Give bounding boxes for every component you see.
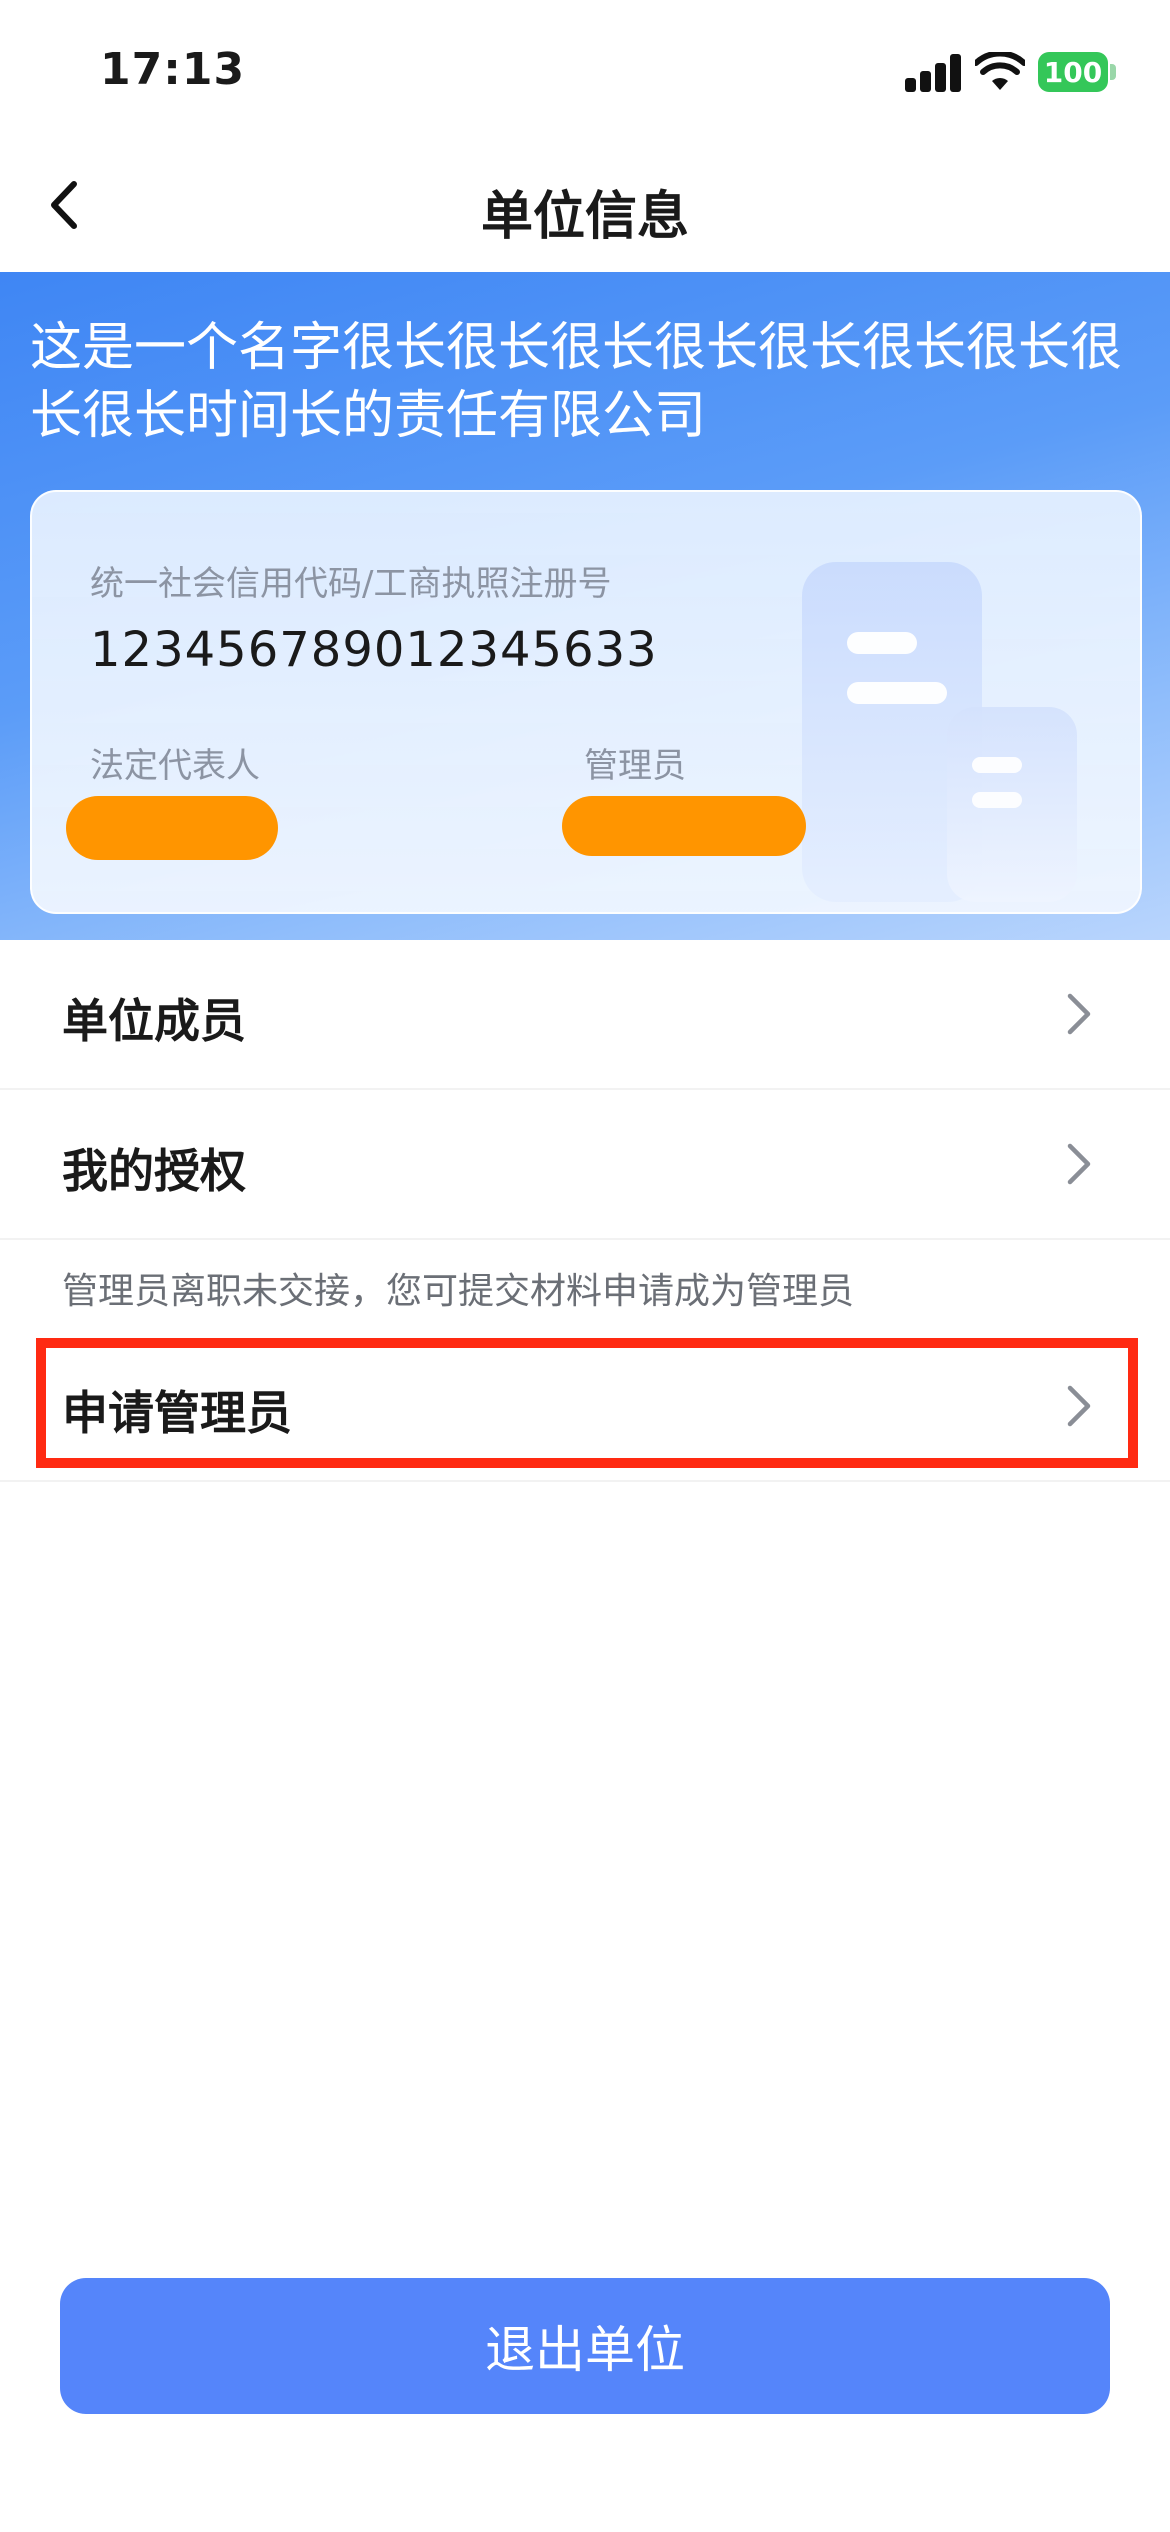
- company-name: 这是一个名字很长很长很长很长很长很长很长很长很长时间长的责任有限公司: [30, 318, 1123, 446]
- company-header: 这是一个名字很长很长很长很长很长很长很长很长很长时间长的责任有限公司 统一社会信…: [0, 272, 1170, 940]
- battery-icon: 100: [1038, 52, 1108, 92]
- battery-cap: [1110, 64, 1116, 80]
- exit-unit-button[interactable]: 退出单位: [60, 2278, 1110, 2414]
- menu-item-my-authorization[interactable]: 我的授权: [0, 1090, 1170, 1240]
- menu-item-apply-admin-label: 申请管理员: [62, 1386, 292, 1440]
- admin-redacted: [562, 796, 806, 856]
- status-time: 17:13: [100, 44, 246, 95]
- building-illustration-icon: [802, 562, 1077, 902]
- page-title: 单位信息: [480, 187, 689, 247]
- chevron-right-icon: [1067, 993, 1091, 1035]
- menu-item-members-label: 单位成员: [62, 994, 246, 1048]
- legal-rep-label: 法定代表人: [90, 746, 260, 786]
- status-bar: 17:13 100: [0, 0, 1170, 140]
- admin-label: 管理员: [584, 746, 686, 786]
- cellular-signal-icon: [905, 52, 963, 92]
- chevron-right-icon: [1067, 1385, 1091, 1427]
- legal-rep-redacted: [66, 796, 278, 860]
- chevron-right-icon: [1067, 1143, 1091, 1185]
- menu-item-apply-admin[interactable]: 申请管理员: [0, 1332, 1170, 1482]
- company-info-card: 统一社会信用代码/工商执照注册号 123456789012345633 法定代表…: [30, 490, 1142, 914]
- credit-code-label: 统一社会信用代码/工商执照注册号: [90, 564, 612, 604]
- battery-level: 100: [1043, 55, 1103, 89]
- credit-code-value: 123456789012345633: [90, 622, 658, 678]
- menu-item-my-authorization-label: 我的授权: [62, 1144, 246, 1198]
- nav-bar: 单位信息: [0, 140, 1170, 272]
- menu-item-members[interactable]: 单位成员: [0, 940, 1170, 1090]
- admin-handover-hint: 管理员离职未交接，您可提交材料申请成为管理员: [62, 1271, 855, 1312]
- wifi-icon: [975, 52, 1025, 90]
